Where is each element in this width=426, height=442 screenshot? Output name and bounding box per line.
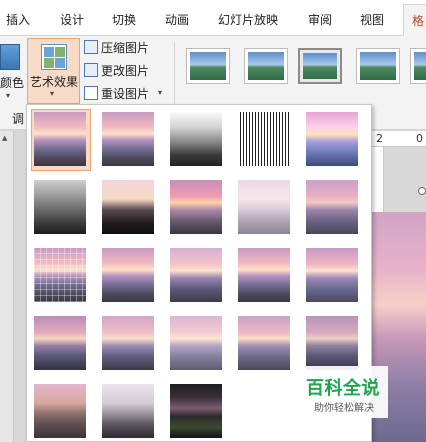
scroll-up-icon[interactable]: ▲: [2, 134, 7, 142]
rotate-handle[interactable]: [418, 187, 426, 195]
watermark-subtitle: 助你轻松解决: [314, 403, 374, 414]
artistic-effect-thumbnail: [238, 248, 290, 302]
artistic-effect-option-7[interactable]: [99, 177, 159, 239]
artistic-effect-option-22[interactable]: [99, 381, 159, 441]
artistic-effect-thumbnail: [102, 112, 154, 166]
watermark-logo: 百科全说 助你轻松解决: [296, 366, 388, 418]
artistic-effect-thumbnail: [238, 112, 290, 166]
picture-color-icon[interactable]: [0, 44, 20, 70]
ruler-mark-0: 0: [416, 132, 423, 145]
reset-picture-label: 重设图片: [101, 87, 150, 101]
artistic-effect-thumbnail: [34, 384, 86, 438]
artistic-effect-option-21[interactable]: [31, 381, 91, 441]
artistic-effects-icon: [41, 44, 67, 70]
reset-picture-icon: [84, 86, 98, 100]
artistic-effect-option-13[interactable]: [167, 245, 227, 307]
artistic-effect-option-17[interactable]: [99, 313, 159, 375]
change-picture-icon: [84, 63, 98, 77]
tab-transitions[interactable]: 切换: [112, 11, 136, 28]
artistic-effect-thumbnail: [306, 180, 358, 234]
artistic-effect-option-9[interactable]: [235, 177, 295, 239]
artistic-effect-thumbnail: [238, 316, 290, 370]
change-picture-label: 更改图片: [101, 64, 150, 78]
artistic-effect-option-6[interactable]: [31, 177, 91, 239]
artistic-effect-option-16[interactable]: [31, 313, 91, 375]
artistic-effect-thumbnail: [102, 180, 154, 234]
artistic-effects-button[interactable]: 艺术效果 ▾: [27, 38, 80, 104]
slide-thumbnail-pane[interactable]: [0, 131, 14, 442]
artistic-effect-thumbnail: [170, 248, 222, 302]
reset-picture-button[interactable]: 重设图片: [84, 85, 149, 103]
artistic-effect-option-4[interactable]: [235, 109, 295, 171]
tab-view[interactable]: 视图: [360, 11, 384, 28]
artistic-effect-thumbnail: [170, 384, 222, 438]
ribbon-tab-bar: 插入 设计 切换 动画 幻灯片放映 审阅 视图 格: [0, 0, 426, 37]
tab-slideshow[interactable]: 幻灯片放映: [218, 11, 278, 28]
picture-style-thumb-4[interactable]: [356, 48, 400, 84]
artistic-effect-thumbnail: [170, 316, 222, 370]
reset-dropdown-arrow-icon[interactable]: ▾: [158, 88, 162, 97]
artistic-effect-option-19[interactable]: [235, 313, 295, 375]
artistic-effect-option-11[interactable]: [31, 245, 91, 307]
color-button-label[interactable]: 颜色: [0, 74, 24, 91]
artistic-effect-option-2[interactable]: [99, 109, 159, 171]
artistic-effect-option-18[interactable]: [167, 313, 227, 375]
tab-review[interactable]: 审阅: [308, 11, 332, 28]
horizontal-ruler: 2 0: [372, 131, 426, 147]
tab-format[interactable]: 格: [403, 4, 426, 37]
artistic-effect-thumbnail: [34, 112, 86, 166]
tab-design[interactable]: 设计: [60, 11, 84, 28]
compress-pictures-button[interactable]: 压缩图片: [84, 39, 149, 57]
artistic-effect-option-8[interactable]: [167, 177, 227, 239]
tab-insert[interactable]: 插入: [6, 11, 30, 28]
picture-style-thumb-5[interactable]: [410, 48, 426, 84]
tab-animations[interactable]: 动画: [165, 11, 189, 28]
artistic-effect-thumbnail: [102, 248, 154, 302]
artistic-effect-thumbnail: [306, 316, 358, 370]
artistic-effect-thumbnail: [170, 112, 222, 166]
color-dropdown-arrow-icon[interactable]: ▾: [6, 91, 10, 100]
picture-style-thumb-3[interactable]: [298, 48, 342, 84]
adjust-group-label: 调: [12, 112, 25, 126]
powerpoint-window: 插入 设计 切换 动画 幻灯片放映 审阅 视图 格 颜色 ▾ 艺术效果 ▾ 压缩…: [0, 0, 426, 442]
artistic-effect-option-5[interactable]: [303, 109, 363, 171]
artistic-effect-thumbnail: [102, 316, 154, 370]
artistic-effect-thumbnail: [34, 248, 86, 302]
artistic-effect-option-14[interactable]: [235, 245, 295, 307]
chevron-down-icon: ▾: [50, 89, 55, 98]
compress-icon: [84, 40, 98, 54]
artistic-effect-thumbnail: [170, 180, 222, 234]
change-picture-button[interactable]: 更改图片: [84, 62, 149, 80]
watermark-title: 百科全说: [306, 378, 380, 399]
artistic-effect-option-1[interactable]: [31, 109, 91, 171]
artistic-effect-thumbnail: [34, 316, 86, 370]
picture-style-thumb-1[interactable]: [186, 48, 230, 84]
artistic-effect-option-10[interactable]: [303, 177, 363, 239]
compress-label: 压缩图片: [101, 41, 150, 55]
artistic-effect-thumbnail: [306, 248, 358, 302]
artistic-effect-option-15[interactable]: [303, 245, 363, 307]
artistic-effect-thumbnail: [306, 112, 358, 166]
ruler-mark-2: 2: [376, 132, 383, 145]
artistic-effect-thumbnail: [34, 180, 86, 234]
artistic-effect-option-3[interactable]: [167, 109, 227, 171]
picture-style-thumb-2[interactable]: [244, 48, 288, 84]
artistic-effects-label: 艺术效果: [30, 75, 79, 89]
artistic-effect-option-12[interactable]: [99, 245, 159, 307]
artistic-effect-thumbnail: [102, 384, 154, 438]
artistic-effect-option-23[interactable]: [167, 381, 227, 441]
artistic-effect-thumbnail: [238, 180, 290, 234]
